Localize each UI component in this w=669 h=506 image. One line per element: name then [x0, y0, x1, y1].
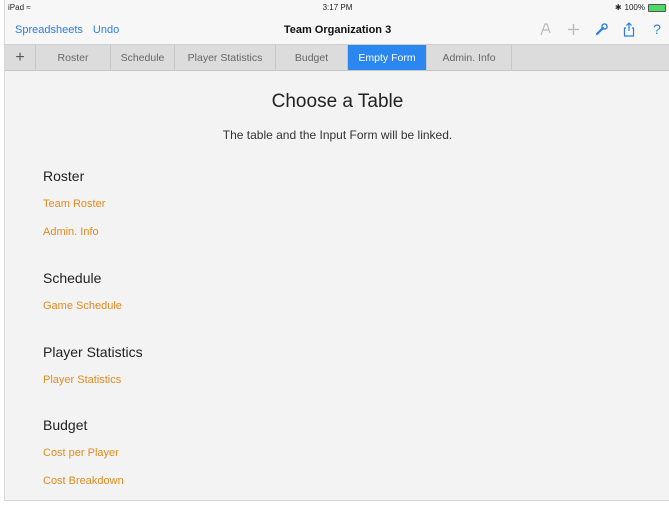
section-title-budget: Budget	[43, 417, 88, 433]
add-sheet-button[interactable]: +	[5, 45, 36, 70]
toolbar: Spreadsheets Undo Team Organization 3 ?	[5, 16, 669, 45]
share-icon[interactable]	[622, 21, 636, 37]
tab-label: Player Statistics	[187, 51, 263, 64]
battery-icon	[648, 3, 666, 12]
status-bar: iPad ≈ 3:17 PM ✱ 100%	[5, 0, 669, 16]
app-window: iPad ≈ 3:17 PM ✱ 100% Spreadsheets Undo …	[4, 0, 669, 501]
section-title-roster: Roster	[43, 168, 85, 184]
table-link-game-schedule[interactable]: Game Schedule	[43, 300, 122, 312]
table-link-admin-info[interactable]: Admin. Info	[43, 226, 99, 238]
bluetooth-icon: ✱	[614, 3, 622, 12]
toolbar-tools: ?	[538, 21, 664, 37]
page-subtitle: The table and the Input Form will be lin…	[222, 128, 453, 142]
tab-empty-form[interactable]: Empty Form	[348, 45, 427, 70]
table-link-team-roster[interactable]: Team Roster	[43, 198, 105, 210]
tab-player-statistics[interactable]: Player Statistics	[175, 45, 276, 70]
tab-label: Schedule	[120, 51, 165, 64]
section-title-schedule: Schedule	[43, 270, 102, 286]
help-icon[interactable]: ?	[650, 21, 664, 37]
tab-label: Empty Form	[358, 51, 416, 64]
battery-percent: 100%	[624, 3, 645, 12]
sheet-tab-bar: + Roster Schedule Player Statistics Budg…	[5, 45, 669, 71]
page-title: Choose a Table	[271, 91, 404, 112]
tab-label: Roster	[57, 51, 89, 64]
format-brush-icon[interactable]	[538, 21, 552, 37]
choose-table-panel: Choose a Table The table and the Input F…	[5, 71, 669, 500]
table-link-cost-per-player[interactable]: Cost per Player	[43, 447, 119, 459]
plus-icon: +	[15, 48, 25, 66]
status-right: ✱ 100%	[615, 3, 666, 12]
tab-label: Admin. Info	[442, 51, 496, 64]
tab-roster[interactable]: Roster	[36, 45, 111, 70]
table-link-cost-breakdown[interactable]: Cost Breakdown	[43, 475, 124, 487]
tab-budget[interactable]: Budget	[276, 45, 348, 70]
wrench-icon[interactable]	[594, 21, 608, 37]
tab-label: Budget	[294, 51, 329, 64]
tab-admin-info[interactable]: Admin. Info	[427, 45, 512, 70]
status-time: 3:17 PM	[322, 3, 353, 12]
table-link-player-statistics[interactable]: Player Statistics	[43, 374, 121, 386]
tab-schedule[interactable]: Schedule	[111, 45, 175, 70]
section-title-player-statistics: Player Statistics	[43, 344, 143, 360]
add-icon[interactable]	[566, 21, 580, 37]
